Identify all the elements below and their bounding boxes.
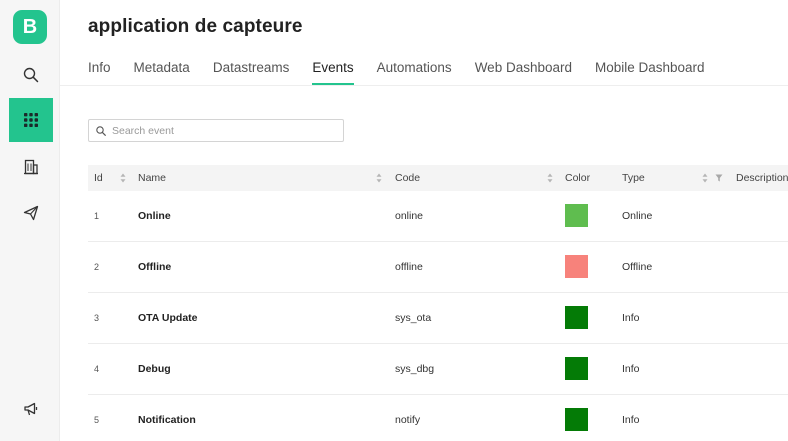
event-color-swatch bbox=[565, 204, 588, 227]
tab-web-dashboard[interactable]: Web Dashboard bbox=[475, 58, 572, 85]
megaphone-icon bbox=[24, 402, 38, 416]
send-nav-button[interactable] bbox=[9, 191, 53, 235]
event-color-swatch bbox=[565, 306, 588, 329]
column-header-name[interactable]: Name bbox=[138, 165, 166, 191]
tab-bar: Info Metadata Datastreams Events Automat… bbox=[88, 58, 728, 86]
sidebar: B bbox=[0, 0, 60, 441]
tab-events[interactable]: Events bbox=[312, 58, 354, 85]
filter-icon[interactable] bbox=[715, 174, 723, 182]
tab-mobile-dashboard[interactable]: Mobile Dashboard bbox=[595, 58, 705, 85]
table-row[interactable]: 3 OTA Update sys_ota Info bbox=[88, 293, 788, 344]
event-type: Online bbox=[622, 210, 653, 222]
announcements-nav-button[interactable] bbox=[9, 387, 53, 431]
table-row[interactable]: 5 Notification notify Info bbox=[88, 395, 788, 441]
event-name[interactable]: Offline bbox=[138, 242, 171, 292]
search-icon bbox=[96, 125, 106, 136]
column-header-type[interactable]: Type bbox=[622, 165, 645, 191]
event-type: Info bbox=[622, 312, 640, 324]
table-row[interactable]: 1 Online online Online bbox=[88, 191, 788, 242]
tabs-divider bbox=[60, 85, 788, 86]
grid-icon bbox=[24, 113, 38, 127]
page-title: application de capteure bbox=[88, 16, 303, 37]
event-id: 1 bbox=[94, 211, 100, 221]
search-event-box[interactable] bbox=[88, 119, 344, 142]
tab-datastreams[interactable]: Datastreams bbox=[213, 58, 290, 85]
event-id: 4 bbox=[94, 364, 100, 374]
search-icon bbox=[23, 67, 39, 83]
event-type: Offline bbox=[622, 261, 653, 273]
sort-icon[interactable] bbox=[120, 173, 126, 183]
event-color-swatch bbox=[565, 357, 588, 380]
app-logo[interactable]: B bbox=[13, 10, 47, 44]
events-table-header: Id Name Code Color Type Description bbox=[88, 165, 788, 191]
event-code: sys_ota bbox=[395, 312, 432, 324]
sort-icon[interactable] bbox=[547, 173, 553, 183]
tab-info[interactable]: Info bbox=[88, 58, 111, 85]
event-code: offline bbox=[395, 261, 423, 273]
column-header-color: Color bbox=[565, 172, 591, 184]
column-header-description: Description bbox=[736, 172, 788, 184]
event-color-swatch bbox=[565, 408, 588, 431]
search-nav-button[interactable] bbox=[9, 53, 53, 97]
event-code: online bbox=[395, 210, 424, 222]
search-event-input[interactable] bbox=[112, 124, 332, 137]
sort-icon[interactable] bbox=[702, 173, 708, 183]
event-color-swatch bbox=[565, 255, 588, 278]
event-name[interactable]: Debug bbox=[138, 344, 171, 394]
event-code: notify bbox=[395, 414, 421, 426]
event-name[interactable]: Notification bbox=[138, 395, 196, 441]
event-type: Info bbox=[622, 363, 640, 375]
table-row[interactable]: 2 Offline offline Offline bbox=[88, 242, 788, 293]
event-name[interactable]: OTA Update bbox=[138, 293, 198, 343]
event-type: Info bbox=[622, 414, 640, 426]
organizations-nav-button[interactable] bbox=[9, 145, 53, 189]
table-row[interactable]: 4 Debug sys_dbg Info bbox=[88, 344, 788, 395]
event-id: 3 bbox=[94, 313, 100, 323]
building-icon bbox=[24, 159, 38, 175]
templates-nav-button[interactable] bbox=[9, 98, 53, 142]
tab-automations[interactable]: Automations bbox=[377, 58, 452, 85]
tab-metadata[interactable]: Metadata bbox=[134, 58, 190, 85]
event-name[interactable]: Online bbox=[138, 191, 171, 241]
column-header-id[interactable]: Id bbox=[94, 165, 103, 191]
event-id: 5 bbox=[94, 415, 100, 425]
paper-plane-icon bbox=[23, 205, 39, 221]
event-id: 2 bbox=[94, 262, 100, 272]
event-code: sys_dbg bbox=[395, 363, 435, 375]
column-header-code[interactable]: Code bbox=[395, 165, 420, 191]
sort-icon[interactable] bbox=[376, 173, 382, 183]
